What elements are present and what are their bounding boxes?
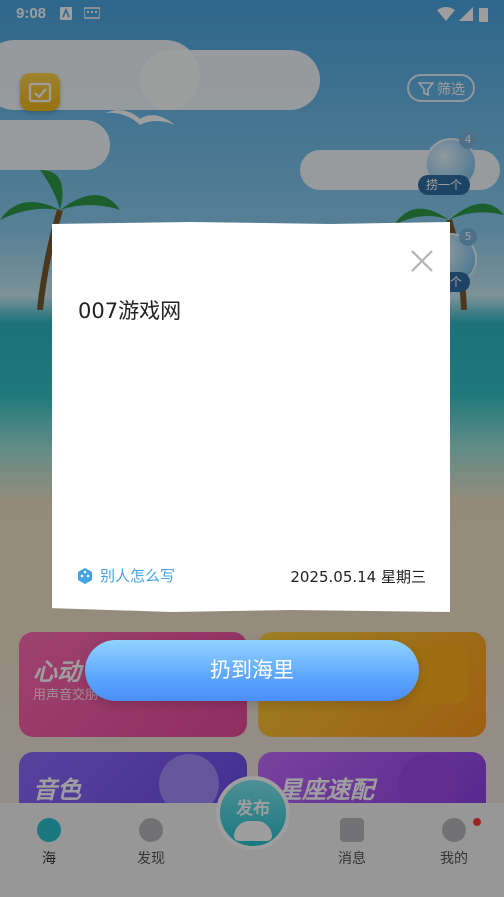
others-wrote-link[interactable]: 别人怎么写 <box>76 565 175 586</box>
message-text[interactable]: 007游戏网 <box>78 295 181 325</box>
others-wrote-label: 别人怎么写 <box>100 567 176 585</box>
message-date: 2025.05.14 星期三 <box>290 568 426 586</box>
dice-icon <box>78 568 92 584</box>
bottle-message-paper <box>52 222 450 612</box>
close-icon[interactable] <box>408 247 436 275</box>
throw-to-sea-button[interactable]: 扔到海里 <box>85 640 419 701</box>
